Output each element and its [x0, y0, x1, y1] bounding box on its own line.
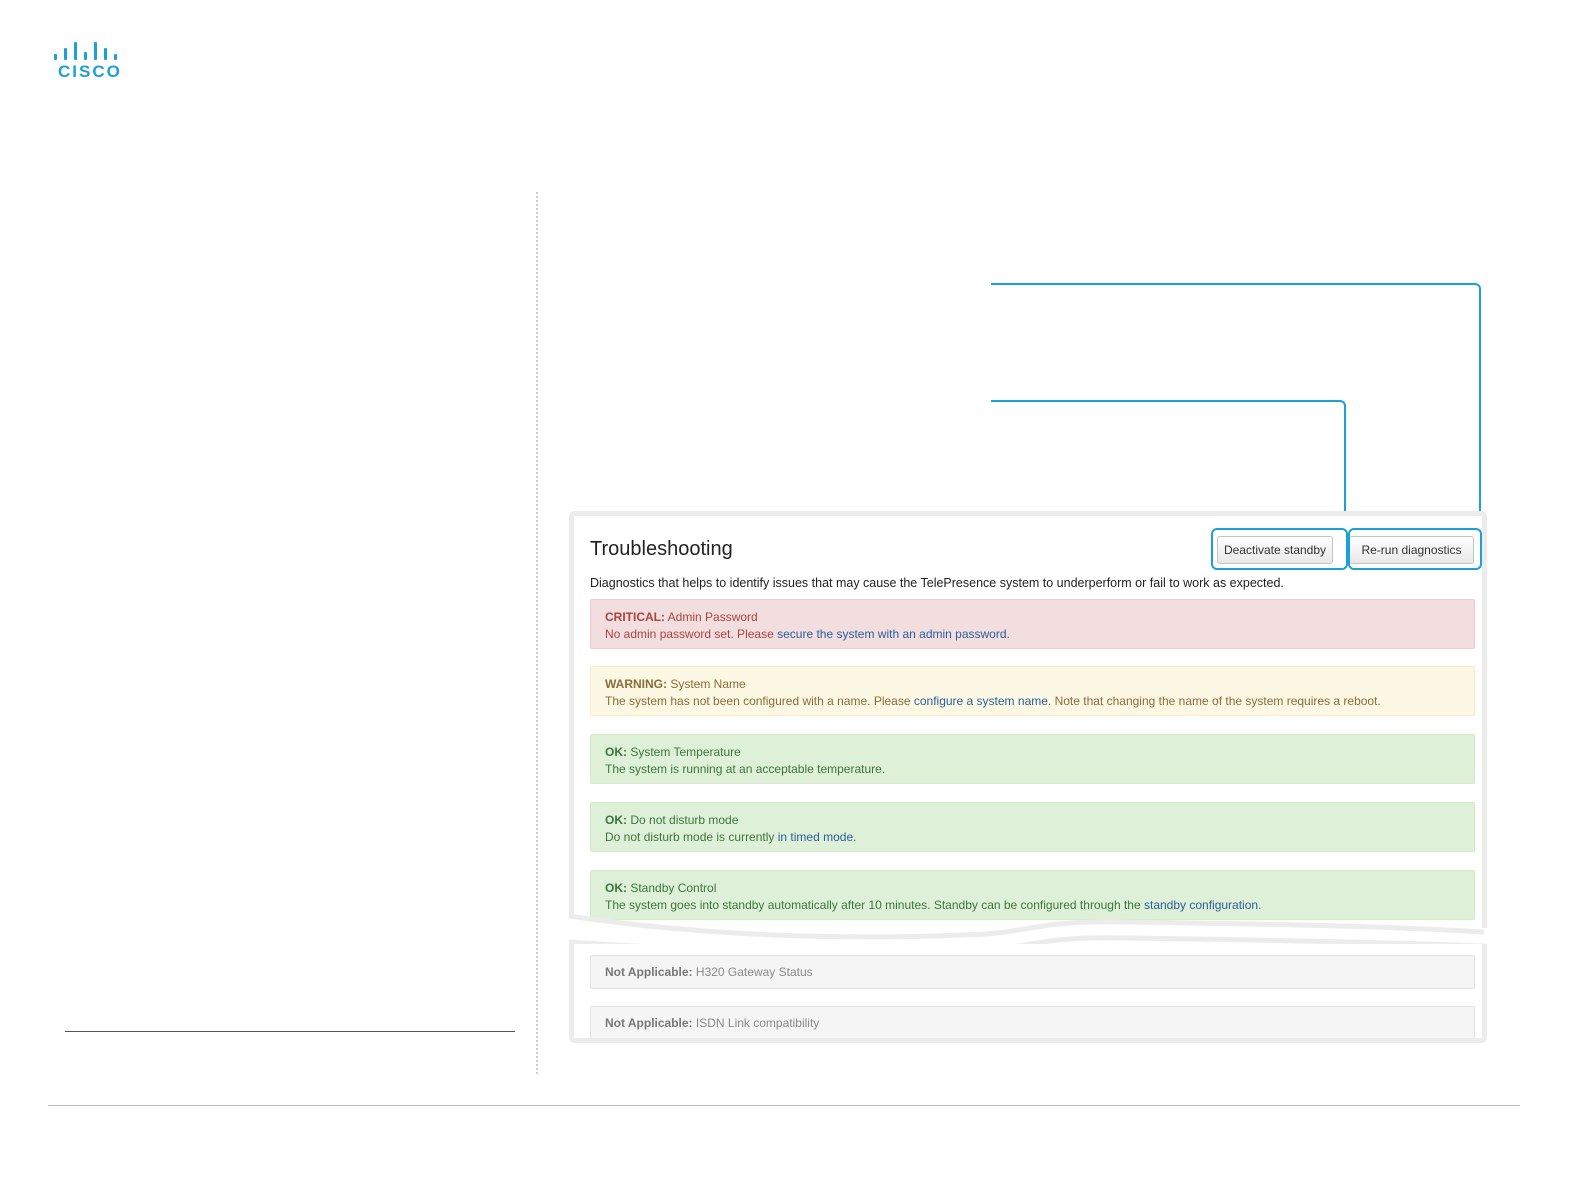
diagnostic-text: The system is running at an acceptable t…	[605, 762, 886, 776]
deactivate-standby-highlight	[1211, 528, 1348, 570]
page-title: Troubleshooting	[590, 538, 733, 560]
diagnostic-text: .	[1258, 898, 1262, 912]
diagnostic-text: .	[853, 830, 857, 844]
troubleshooting-panel-continued: Not Applicable: H320 Gateway Status Not …	[569, 944, 1487, 1043]
rerun-diagnostics-highlight	[1348, 528, 1482, 570]
diagnostic-ok-do-not-disturb: OK: Do not disturb mode Do not disturb m…	[590, 802, 1475, 852]
column-divider	[536, 192, 538, 1074]
panel-description: Diagnostics that helps to identify issue…	[590, 576, 1284, 590]
diagnostic-ok-system-temperature: OK: System Temperature The system is run…	[590, 734, 1475, 784]
diagnostic-critical-admin-password: CRITICAL: Admin Password No admin passwo…	[590, 599, 1475, 649]
diagnostic-text: .	[1006, 627, 1010, 641]
status-label: Not Applicable:	[605, 965, 693, 979]
status-label: CRITICAL:	[605, 610, 665, 624]
standby-configuration-link[interactable]: standby configuration	[1144, 898, 1258, 912]
left-column-rule	[65, 1031, 515, 1032]
diagnostic-text: The system goes into standby automatical…	[605, 898, 1144, 912]
status-label: OK:	[605, 813, 627, 827]
diagnostic-title: System Name	[670, 677, 746, 691]
diagnostic-text: No admin password set. Please	[605, 627, 778, 641]
footer-rule	[48, 1105, 1520, 1106]
diagnostic-warning-system-name: WARNING: System Name The system has not …	[590, 666, 1475, 716]
configure-system-name-link[interactable]: configure a system name	[914, 694, 1048, 708]
diagnostic-text: The system has not been configured with …	[605, 694, 914, 708]
diagnostic-na-h320-gateway: Not Applicable: H320 Gateway Status	[590, 955, 1475, 989]
diagnostic-text: . Note that changing the name of the sys…	[1047, 694, 1381, 708]
cisco-logo-wordmark: CISCO	[58, 62, 122, 81]
status-label: OK:	[605, 745, 627, 759]
diagnostic-title: Admin Password	[667, 610, 758, 624]
cisco-logo-bars-icon	[52, 40, 126, 60]
diagnostic-title: Do not disturb mode	[630, 813, 739, 827]
diagnostic-title: ISDN Link compatibility	[695, 1016, 820, 1030]
diagnostic-title: Standby Control	[630, 881, 717, 895]
diagnostic-na-isdn-link: Not Applicable: ISDN Link compatibility	[590, 1006, 1475, 1038]
timed-mode-link[interactable]: in timed mode	[778, 830, 853, 844]
status-label: OK:	[605, 881, 627, 895]
troubleshooting-panel: Troubleshooting Deactivate standby Re-ru…	[569, 511, 1487, 928]
diagnostic-title: System Temperature	[630, 745, 741, 759]
cisco-logo: CISCO	[52, 40, 132, 82]
diagnostic-text: Do not disturb mode is currently	[605, 830, 778, 844]
diagnostic-title: H320 Gateway Status	[695, 965, 813, 979]
secure-admin-password-link[interactable]: secure the system with an admin password	[777, 627, 1006, 641]
status-label: WARNING:	[605, 677, 667, 691]
status-label: Not Applicable:	[605, 1016, 693, 1030]
